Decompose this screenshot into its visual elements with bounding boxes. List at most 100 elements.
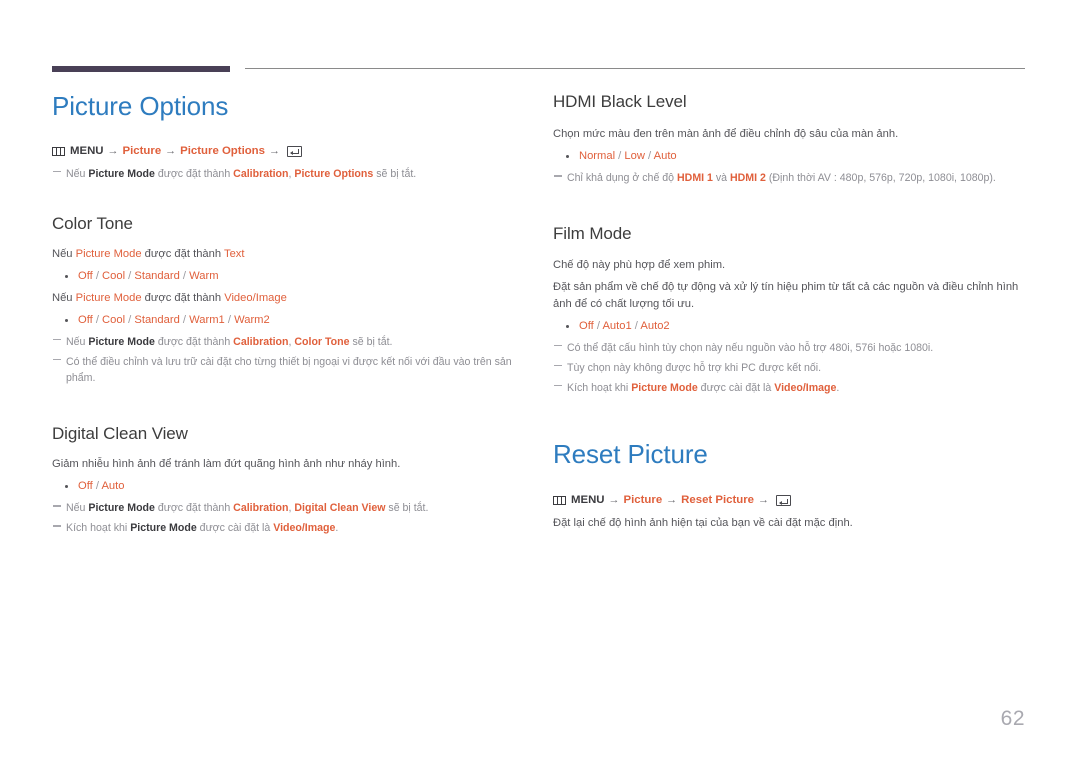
section-digital-clean-view: Digital Clean View Giảm nhiễu hình ảnh đ… — [52, 424, 530, 536]
header-rule-line — [245, 68, 1025, 69]
note-term-digital-clean-view: Digital Clean View — [294, 502, 386, 515]
option-low[interactable]: Low — [624, 150, 645, 162]
option-warm[interactable]: Warm — [189, 270, 218, 282]
note-text: . — [836, 381, 840, 394]
section-film-mode: Film Mode Chế độ này phù hợp để xem phim… — [553, 224, 1025, 395]
note-text: (Định thời AV : 480p, 576p, 720p, 1080i,… — [765, 172, 996, 185]
note-film-mode-source: Có thể đặt cấu hình tùy chọn này nếu ngu… — [553, 340, 1025, 356]
option-cool[interactable]: Cool — [102, 314, 125, 326]
option-off[interactable]: Off — [78, 270, 93, 282]
note-film-mode-activation: Kích hoạt khi Picture Mode được cài đặt … — [553, 380, 1025, 396]
arrow-icon: → — [107, 144, 119, 157]
menu-item-reset-picture[interactable]: Reset Picture — [681, 492, 754, 509]
menu-item-picture[interactable]: Picture — [123, 143, 162, 160]
section-title-reset-picture: Reset Picture — [553, 438, 708, 469]
note-digital-clean-view-disabled: Nếu Picture Mode được đặt thành Calibrat… — [52, 500, 530, 516]
note-term-picture-mode: Picture Mode — [88, 167, 155, 180]
digital-clean-view-description: Giảm nhiễu hình ảnh để tránh làm đứt quã… — [52, 458, 401, 471]
term-picture-mode: Picture Mode — [75, 291, 142, 304]
cond-text: được đặt thành — [141, 291, 225, 304]
menu-grid-icon — [553, 496, 566, 506]
note-term-picture-mode: Picture Mode — [88, 502, 155, 515]
color-tone-condition-text: Nếu Picture Mode được đặt thành Text — [52, 246, 530, 263]
arrow-icon: → — [165, 144, 177, 157]
term-picture-mode: Picture Mode — [75, 247, 142, 260]
film-mode-description-2: Đặt sản phẩm về chế độ tự động và xử lý … — [553, 280, 1019, 310]
document-page: Picture Options MENU → Picture → Picture… — [0, 0, 1080, 763]
note-color-tone-disabled: Nếu Picture Mode được đặt thành Calibrat… — [52, 334, 530, 350]
note-term-color-tone: Color Tone — [294, 335, 350, 348]
note-text: sẽ bị tắt. — [373, 167, 417, 180]
arrow-icon: → — [608, 494, 620, 507]
arrow-icon: → — [666, 494, 678, 507]
section-heading-color-tone: Color Tone — [52, 213, 133, 233]
note-film-mode-pc: Tùy chọn này không được hỗ trợ khi PC đư… — [553, 360, 1025, 376]
note-term-video-image: Video/Image — [774, 381, 837, 394]
note-text: được đặt thành — [154, 502, 234, 515]
section-reset-picture: Reset Picture MENU → Picture → Reset Pic… — [553, 440, 1025, 533]
note-term-picture-mode: Picture Mode — [88, 335, 155, 348]
option-auto[interactable]: Auto — [654, 150, 677, 162]
note-text: Chỉ khả dụng ở chế độ — [567, 172, 678, 185]
hdmi-black-level-description: Chọn mức màu đen trên màn ảnh để điều ch… — [553, 128, 899, 141]
page-number: 62 — [1000, 707, 1025, 730]
note-text: sẽ bị tắt. — [349, 335, 393, 348]
note-term-calibration: Calibration — [233, 167, 289, 180]
option-auto[interactable]: Auto — [101, 480, 124, 492]
menu-grid-icon — [52, 146, 65, 156]
note-term-picture-mode: Picture Mode — [631, 381, 698, 394]
section-heading-film-mode: Film Mode — [553, 224, 632, 244]
note-hdmi-availability: Chỉ khả dụng ở chế độ HDMI 1 và HDMI 2 (… — [553, 170, 1025, 186]
option-off[interactable]: Off — [579, 320, 594, 332]
note-text: Kích hoạt khi — [567, 381, 632, 394]
cond-text: Nếu — [52, 291, 76, 304]
option-auto2[interactable]: Auto2 — [640, 320, 669, 332]
note-color-tone-peripheral: Có thể điều chỉnh và lưu trữ cài đặt cho… — [52, 354, 530, 386]
note-text: Nếu — [66, 335, 89, 348]
option-standard[interactable]: Standard — [134, 314, 179, 326]
enter-return-icon — [775, 495, 791, 507]
menu-path-reset-picture: MENU → Picture → Reset Picture → — [553, 492, 1025, 509]
arrow-icon: → — [268, 144, 280, 157]
menu-item-picture[interactable]: Picture — [624, 492, 663, 509]
color-tone-condition-text-2: Nếu Picture Mode được đặt thành Video/Im… — [52, 290, 530, 307]
note-text: Nếu — [66, 167, 89, 180]
film-mode-description-1: Chế độ này phù hợp để xem phim. — [553, 258, 726, 271]
note-term-hdmi2: HDMI 2 — [730, 172, 766, 185]
option-warm2[interactable]: Warm2 — [234, 314, 270, 326]
cond-text: Nếu — [52, 247, 76, 260]
option-auto1[interactable]: Auto1 — [602, 320, 631, 332]
page-title: Picture Options — [52, 91, 229, 121]
option-warm1[interactable]: Warm1 — [189, 314, 225, 326]
note-digital-clean-view-activation: Kích hoạt khi Picture Mode được cài đặt … — [52, 520, 530, 536]
menu-label: MENU — [571, 494, 605, 507]
option-cool[interactable]: Cool — [102, 270, 125, 282]
note-term-picture-options: Picture Options — [294, 167, 374, 180]
note-text: được cài đặt là — [697, 381, 775, 394]
color-tone-options-text: Off / Cool / Standard / Warm — [52, 268, 530, 285]
cond-text: được đặt thành — [141, 247, 224, 260]
arrow-icon: → — [757, 494, 769, 507]
menu-label: MENU — [70, 144, 104, 157]
right-column: HDMI Black Level Chọn mức màu đen trên m… — [553, 92, 1025, 537]
header-accent-bar — [52, 66, 230, 72]
note-text: Nếu — [66, 502, 89, 515]
note-term-video-image: Video/Image — [273, 522, 336, 535]
term-text-mode: Text — [223, 247, 245, 260]
note-picture-options-disabled: Nếu Picture Mode được đặt thành Calibrat… — [52, 166, 530, 182]
section-heading-digital-clean-view: Digital Clean View — [52, 423, 188, 443]
note-term-hdmi1: HDMI 1 — [677, 172, 713, 185]
menu-item-picture-options[interactable]: Picture Options — [180, 143, 265, 160]
option-off[interactable]: Off — [78, 314, 93, 326]
option-normal[interactable]: Normal — [579, 150, 615, 162]
note-text: được đặt thành — [154, 167, 234, 180]
option-standard[interactable]: Standard — [134, 270, 179, 282]
term-video-image: Video/Image — [224, 291, 287, 304]
option-off[interactable]: Off — [78, 480, 93, 492]
menu-path-picture-options: MENU → Picture → Picture Options → — [52, 143, 530, 160]
film-mode-options-text: Off / Auto1 / Auto2 — [553, 318, 1025, 335]
note-text: và — [712, 172, 730, 185]
section-heading-hdmi-black-level: HDMI Black Level — [553, 92, 687, 111]
note-term-calibration: Calibration — [233, 502, 289, 515]
note-term-calibration: Calibration — [233, 335, 289, 348]
